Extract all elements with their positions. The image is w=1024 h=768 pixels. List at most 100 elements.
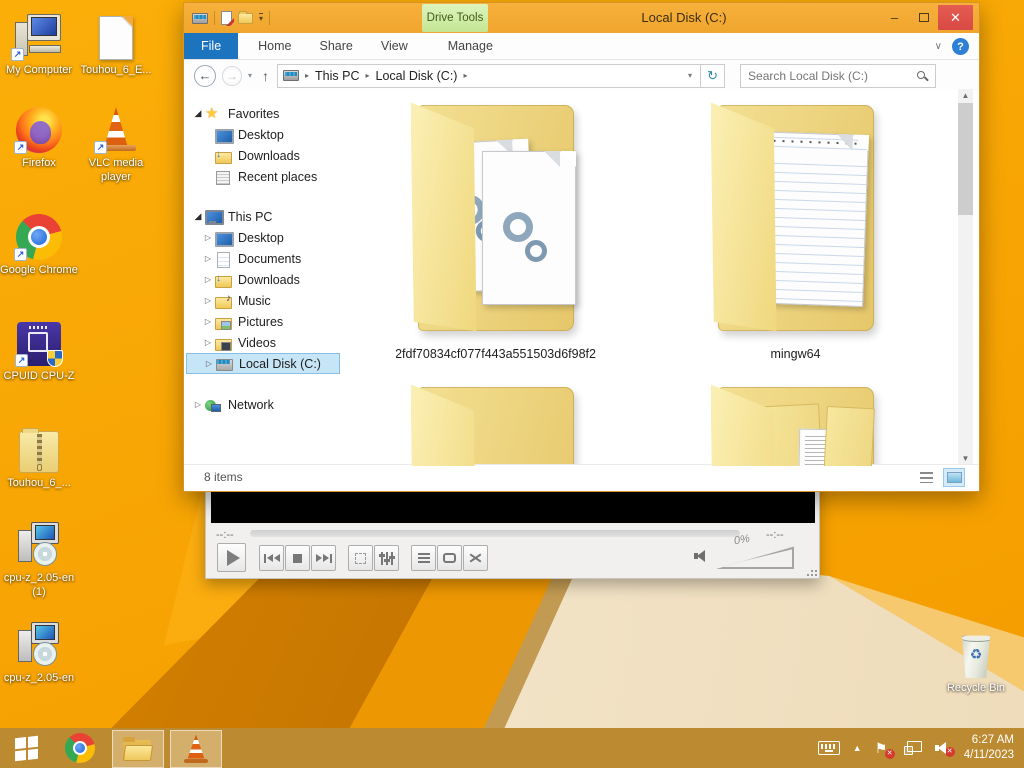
breadcrumb-this-pc[interactable]: This PC: [315, 69, 359, 83]
vlc-shuffle-button[interactable]: [463, 545, 488, 571]
vlc-play-button[interactable]: [217, 543, 246, 572]
desktop-icon-label: cpu-z_2.05-en (1): [3, 572, 75, 598]
vlc-playlist-button[interactable]: [411, 545, 436, 571]
vlc-resize-grip[interactable]: [811, 570, 813, 572]
taskbar-clock[interactable]: 6:27 AM 4/11/2023: [964, 733, 1014, 763]
properties-icon[interactable]: [221, 11, 232, 25]
vlc-equalizer-button[interactable]: [374, 545, 399, 571]
touch-keyboard-icon[interactable]: [817, 741, 840, 755]
folder-tile-2fdf70834[interactable]: 2fdf70834cf077f443a551503d6f98f2: [396, 95, 596, 361]
breadcrumb[interactable]: ▸ This PC ▸ Local Disk (C:) ▸ ▾: [277, 63, 702, 88]
vlc-next-button[interactable]: [311, 545, 336, 571]
breadcrumb-local-disk[interactable]: Local Disk (C:): [376, 69, 458, 83]
sidebar-item-pc-desktop[interactable]: ▷ Desktop: [186, 227, 340, 248]
zip-folder-icon: [19, 428, 59, 473]
network-icon[interactable]: [903, 741, 922, 755]
address-toolbar: ← → ▾ ↑ ▸ This PC ▸ Local Disk (C:) ▸ ▾ …: [184, 60, 979, 91]
help-icon[interactable]: ?: [952, 38, 969, 55]
desktop-icon-vlc[interactable]: ↗ VLC media player: [77, 103, 155, 184]
close-button[interactable]: ✕: [938, 5, 973, 30]
desktop-icon-cpuz-installer-2[interactable]: cpu-z_2.05-en: [0, 618, 78, 685]
scrollbar-thumb[interactable]: [958, 103, 973, 215]
tab-share[interactable]: Share: [306, 33, 367, 59]
drive-icon[interactable]: [192, 12, 208, 24]
vlc-mute-icon[interactable]: [694, 549, 707, 563]
collapsed-arrow-icon[interactable]: ▷: [201, 233, 215, 242]
vlc-fullscreen-button[interactable]: [348, 545, 373, 571]
title-bar[interactable]: ▾ Drive Tools Local Disk (C:) – ✕: [184, 3, 979, 33]
drive-tools-contextual-tab[interactable]: Drive Tools: [422, 4, 488, 32]
taskbar-vlc-button[interactable]: [170, 729, 222, 768]
shortcut-arrow-icon: ↗: [14, 141, 27, 154]
scroll-up-icon[interactable]: ▲: [958, 89, 973, 103]
folder-tile-partial-2[interactable]: [698, 377, 893, 466]
collapsed-arrow-icon[interactable]: ▷: [201, 275, 215, 284]
expanded-arrow-icon[interactable]: ◢: [191, 108, 205, 119]
up-button[interactable]: ↑: [262, 68, 269, 84]
customize-toolbar-icon[interactable]: ▾: [259, 13, 264, 23]
refresh-button[interactable]: ↻: [701, 63, 726, 88]
tab-home[interactable]: Home: [244, 33, 305, 59]
details-view-button[interactable]: [915, 468, 937, 487]
sidebar-item-label: Desktop: [238, 127, 284, 142]
folder-tile-mingw64[interactable]: mingw64: [698, 95, 893, 361]
expanded-arrow-icon[interactable]: ◢: [191, 211, 205, 222]
vlc-stop-button[interactable]: [285, 545, 310, 571]
address-dropdown-icon[interactable]: ▾: [688, 71, 692, 80]
collapsed-arrow-icon[interactable]: ▷: [202, 359, 216, 368]
taskbar-explorer-button[interactable]: [112, 729, 164, 768]
show-hidden-icons-icon[interactable]: ▲: [853, 743, 862, 753]
sidebar-item-videos[interactable]: ▷ Videos: [186, 332, 340, 353]
desktop-icon-firefox[interactable]: ↗ Firefox: [0, 103, 78, 170]
sidebar-item-this-pc[interactable]: ◢ This PC: [186, 206, 340, 227]
forward-button[interactable]: →: [222, 65, 242, 86]
start-button[interactable]: [0, 728, 52, 768]
sidebar-item-music[interactable]: ▷ Music: [186, 290, 340, 311]
sidebar-item-desktop[interactable]: Desktop: [186, 124, 340, 145]
search-input[interactable]: [741, 68, 910, 83]
vlc-loop-button[interactable]: [437, 545, 462, 571]
maximize-button[interactable]: [909, 5, 938, 30]
sidebar-item-network[interactable]: ▷ Network: [186, 394, 340, 415]
search-box[interactable]: [740, 63, 937, 88]
sidebar-item-pc-downloads[interactable]: ▷ Downloads: [186, 269, 340, 290]
vlc-volume-slider[interactable]: [716, 546, 794, 569]
sidebar-item-pictures[interactable]: ▷ Pictures: [186, 311, 340, 332]
sidebar-item-downloads[interactable]: Downloads: [186, 145, 340, 166]
tab-manage[interactable]: Manage: [434, 33, 507, 59]
desktop-icon-recycle-bin[interactable]: ♻ Recycle Bin: [937, 628, 1015, 695]
collapsed-arrow-icon[interactable]: ▷: [191, 400, 205, 409]
folder-tile-partial-1[interactable]: [398, 377, 593, 466]
desktop-icon-my-computer[interactable]: ↗ My Computer: [0, 10, 78, 77]
desktop-icon-chrome[interactable]: ↗ Google Chrome: [0, 210, 78, 277]
action-center-flag-icon[interactable]: ⚑ ✕: [875, 740, 895, 759]
history-dropdown-icon[interactable]: ▾: [248, 71, 252, 80]
back-button[interactable]: ←: [194, 64, 216, 87]
search-icon: [917, 70, 926, 79]
minimize-button[interactable]: –: [880, 5, 909, 30]
sidebar-item-recent-places[interactable]: Recent places: [186, 166, 340, 187]
vertical-scrollbar[interactable]: ▲ ▼: [958, 89, 973, 466]
large-icons-view-button[interactable]: [943, 467, 965, 487]
desktop-icon-touhou-zip[interactable]: Touhou_6_...: [0, 423, 78, 490]
collapsed-arrow-icon[interactable]: ▷: [201, 254, 215, 263]
tab-file[interactable]: File: [184, 33, 239, 59]
collapsed-arrow-icon[interactable]: ▷: [201, 317, 215, 326]
collapsed-arrow-icon[interactable]: ▷: [201, 296, 215, 305]
vlc-seek-bar[interactable]: [250, 530, 740, 537]
desktop-icon-cpuz[interactable]: ↗ CPUID CPU-Z: [0, 316, 78, 383]
taskbar-chrome-button[interactable]: [52, 728, 108, 768]
desktop-icon-touhou-doc[interactable]: Touhou_6_E...: [77, 10, 155, 77]
sidebar-item-documents[interactable]: ▷ Documents: [186, 248, 340, 269]
sidebar-item-local-disk-c[interactable]: ▷ Local Disk (C:): [186, 353, 340, 374]
new-folder-icon[interactable]: [238, 10, 253, 24]
desktop-icon-cpuz-installer-1[interactable]: cpu-z_2.05-en (1): [0, 518, 78, 599]
sidebar-item-favorites[interactable]: ◢ Favorites: [186, 103, 340, 124]
collapsed-arrow-icon[interactable]: ▷: [201, 338, 215, 347]
minimize-ribbon-icon[interactable]: ∨: [935, 41, 942, 52]
vlc-previous-button[interactable]: [259, 545, 284, 571]
installer-icon: [15, 620, 63, 668]
tab-view[interactable]: View: [367, 33, 422, 59]
volume-muted-icon[interactable]: ✕: [934, 741, 955, 757]
sidebar-item-label: Music: [238, 293, 271, 308]
